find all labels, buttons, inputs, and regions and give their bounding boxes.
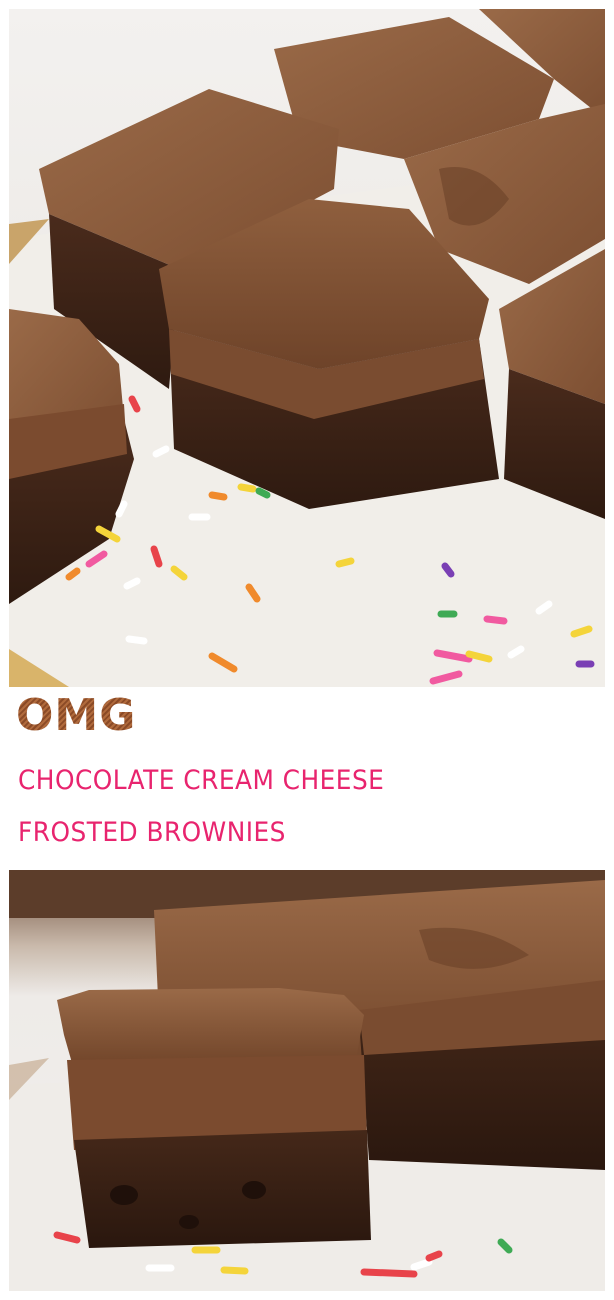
headline-omg: OMG [16,690,137,741]
top-brownie-illustration [9,9,605,687]
subtitle-line-2: FROSTED BROWNIES [18,817,286,848]
top-brownie-photo [9,9,605,687]
subtitle-line-1: CHOCOLATE CREAM CHEESE [18,765,385,796]
pin-image: OMG CHOCOLATE CREAM CHEESE FROSTED BROWN… [0,0,614,1300]
bottom-brownie-photo [9,870,605,1291]
bottom-brownie-illustration [9,870,605,1291]
